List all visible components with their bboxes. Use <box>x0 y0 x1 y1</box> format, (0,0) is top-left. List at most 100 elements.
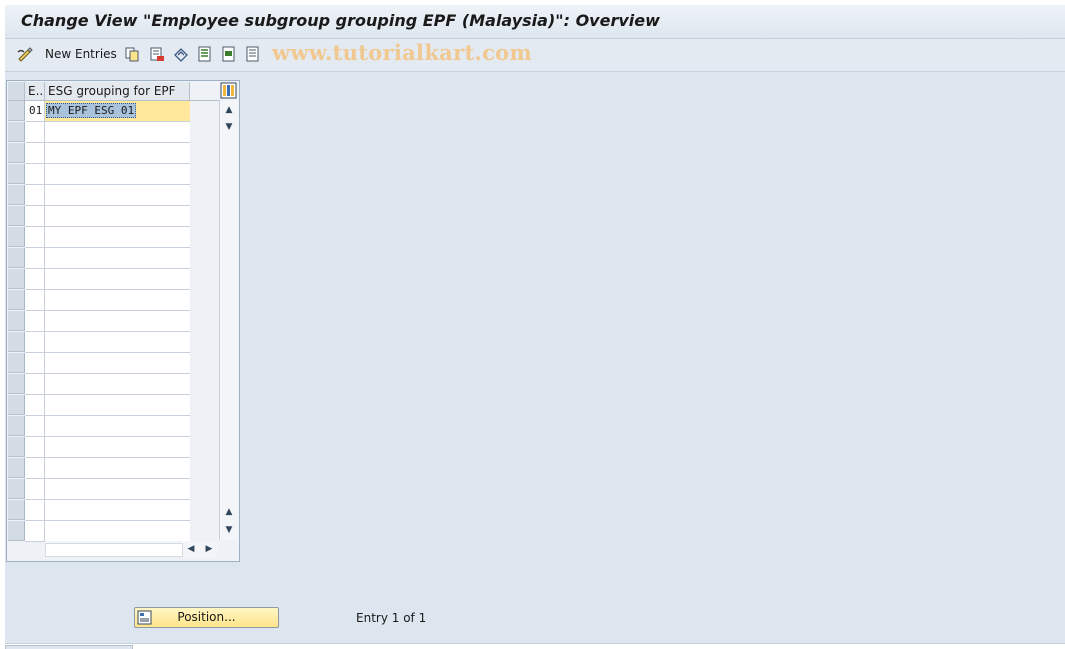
scroll-up-icon[interactable]: ▲ <box>220 102 238 118</box>
table-row <box>25 185 190 206</box>
table-row <box>25 227 190 248</box>
row-selector[interactable] <box>8 206 25 226</box>
esg-grouping-cell[interactable]: MY EPF ESG 01 <box>45 101 190 121</box>
esg-grouping-cell[interactable] <box>45 332 190 352</box>
code-cell[interactable] <box>25 185 45 205</box>
new-entries-button[interactable]: New Entries <box>45 45 117 63</box>
esg-grouping-cell[interactable] <box>45 416 190 436</box>
code-cell[interactable] <box>25 353 45 373</box>
esg-grouping-cell[interactable] <box>45 143 190 163</box>
row-selector[interactable] <box>8 185 25 205</box>
undo-icon[interactable] <box>173 46 189 62</box>
table-row <box>25 290 190 311</box>
row-selector[interactable] <box>8 521 25 541</box>
title-bar: Change View "Employee subgroup grouping … <box>5 5 1065 39</box>
row-selector[interactable] <box>8 311 25 331</box>
scroll-page-up-icon[interactable]: ▲ <box>220 504 238 520</box>
scroll-right-icon[interactable]: ▶ <box>201 541 217 557</box>
code-cell[interactable] <box>25 437 45 457</box>
table-row <box>25 332 190 353</box>
table-row <box>25 353 190 374</box>
code-cell[interactable] <box>25 248 45 268</box>
table-row <box>25 395 190 416</box>
code-cell[interactable] <box>25 521 45 541</box>
esg-grouping-cell[interactable] <box>45 290 190 310</box>
row-selector[interactable] <box>8 248 25 268</box>
table-row <box>25 458 190 479</box>
table-row <box>25 143 190 164</box>
row-selector[interactable] <box>8 374 25 394</box>
deselect-all-icon[interactable] <box>245 46 261 62</box>
copy-icon[interactable] <box>124 46 140 62</box>
esg-grouping-cell[interactable] <box>45 248 190 268</box>
code-cell[interactable] <box>25 332 45 352</box>
esg-grouping-cell[interactable] <box>45 311 190 331</box>
row-selector[interactable] <box>8 416 25 436</box>
table-row <box>25 164 190 185</box>
row-selector[interactable] <box>8 101 25 121</box>
esg-grouping-cell[interactable] <box>45 185 190 205</box>
row-selector[interactable] <box>8 290 25 310</box>
glasses-edit-icon[interactable] <box>17 46 33 62</box>
row-selector[interactable] <box>8 458 25 478</box>
esg-grouping-cell[interactable] <box>45 353 190 373</box>
esg-grouping-cell[interactable] <box>45 437 190 457</box>
code-cell[interactable] <box>25 311 45 331</box>
delete-icon[interactable] <box>149 46 165 62</box>
row-selector[interactable] <box>8 353 25 373</box>
scroll-down-icon[interactable]: ▼ <box>220 119 238 135</box>
table-settings-icon[interactable] <box>220 82 237 99</box>
code-cell[interactable] <box>25 395 45 415</box>
esg-grouping-cell[interactable] <box>45 458 190 478</box>
entry-count: Entry 1 of 1 <box>356 611 426 625</box>
select-block-icon[interactable] <box>221 46 237 62</box>
esg-grouping-cell[interactable] <box>45 122 190 142</box>
vertical-scrollbar[interactable]: ▲ ▼ ▲ ▼ <box>219 100 238 540</box>
row-selector-column <box>8 82 25 540</box>
code-cell[interactable] <box>25 290 45 310</box>
code-cell[interactable] <box>25 227 45 247</box>
code-cell[interactable] <box>25 458 45 478</box>
row-selector[interactable] <box>8 143 25 163</box>
column-header-code[interactable]: E.. <box>25 82 45 101</box>
code-cell[interactable] <box>25 269 45 289</box>
table-row <box>25 122 190 143</box>
row-selector[interactable] <box>8 164 25 184</box>
code-cell[interactable] <box>25 122 45 142</box>
column-header-esg-grouping[interactable]: ESG grouping for EPF <box>45 82 190 101</box>
position-button[interactable]: Position... <box>134 607 279 628</box>
esg-grouping-cell[interactable] <box>45 206 190 226</box>
row-selector[interactable] <box>8 437 25 457</box>
position-button-label: Position... <box>177 610 235 624</box>
esg-grouping-cell[interactable] <box>45 479 190 499</box>
row-selector[interactable] <box>8 500 25 520</box>
esg-grouping-cell[interactable] <box>45 395 190 415</box>
code-cell[interactable]: 01 <box>25 101 45 121</box>
horizontal-scrollbar[interactable]: ◀ ▶ <box>45 541 217 557</box>
select-all-icon[interactable] <box>197 46 213 62</box>
code-cell[interactable] <box>25 500 45 520</box>
esg-grouping-cell[interactable] <box>45 269 190 289</box>
esg-grouping-cell[interactable] <box>45 164 190 184</box>
scroll-page-down-icon[interactable]: ▼ <box>220 522 238 538</box>
scroll-left-icon[interactable]: ◀ <box>183 541 199 557</box>
esg-grouping-cell[interactable] <box>45 374 190 394</box>
table-row <box>25 269 190 290</box>
esg-grouping-cell[interactable] <box>45 521 190 541</box>
code-cell[interactable] <box>25 479 45 499</box>
row-selector[interactable] <box>8 122 25 142</box>
esg-grouping-cell[interactable] <box>45 227 190 247</box>
application-toolbar: New Entries <box>5 39 1065 72</box>
code-cell[interactable] <box>25 374 45 394</box>
code-cell[interactable] <box>25 143 45 163</box>
row-selector[interactable] <box>8 269 25 289</box>
code-cell[interactable] <box>25 416 45 436</box>
esg-grouping-cell[interactable] <box>45 500 190 520</box>
horizontal-scroll-track[interactable] <box>45 543 183 557</box>
code-cell[interactable] <box>25 164 45 184</box>
row-selector[interactable] <box>8 332 25 352</box>
row-selector[interactable] <box>8 395 25 415</box>
row-selector[interactable] <box>8 479 25 499</box>
row-selector[interactable] <box>8 227 25 247</box>
code-cell[interactable] <box>25 206 45 226</box>
